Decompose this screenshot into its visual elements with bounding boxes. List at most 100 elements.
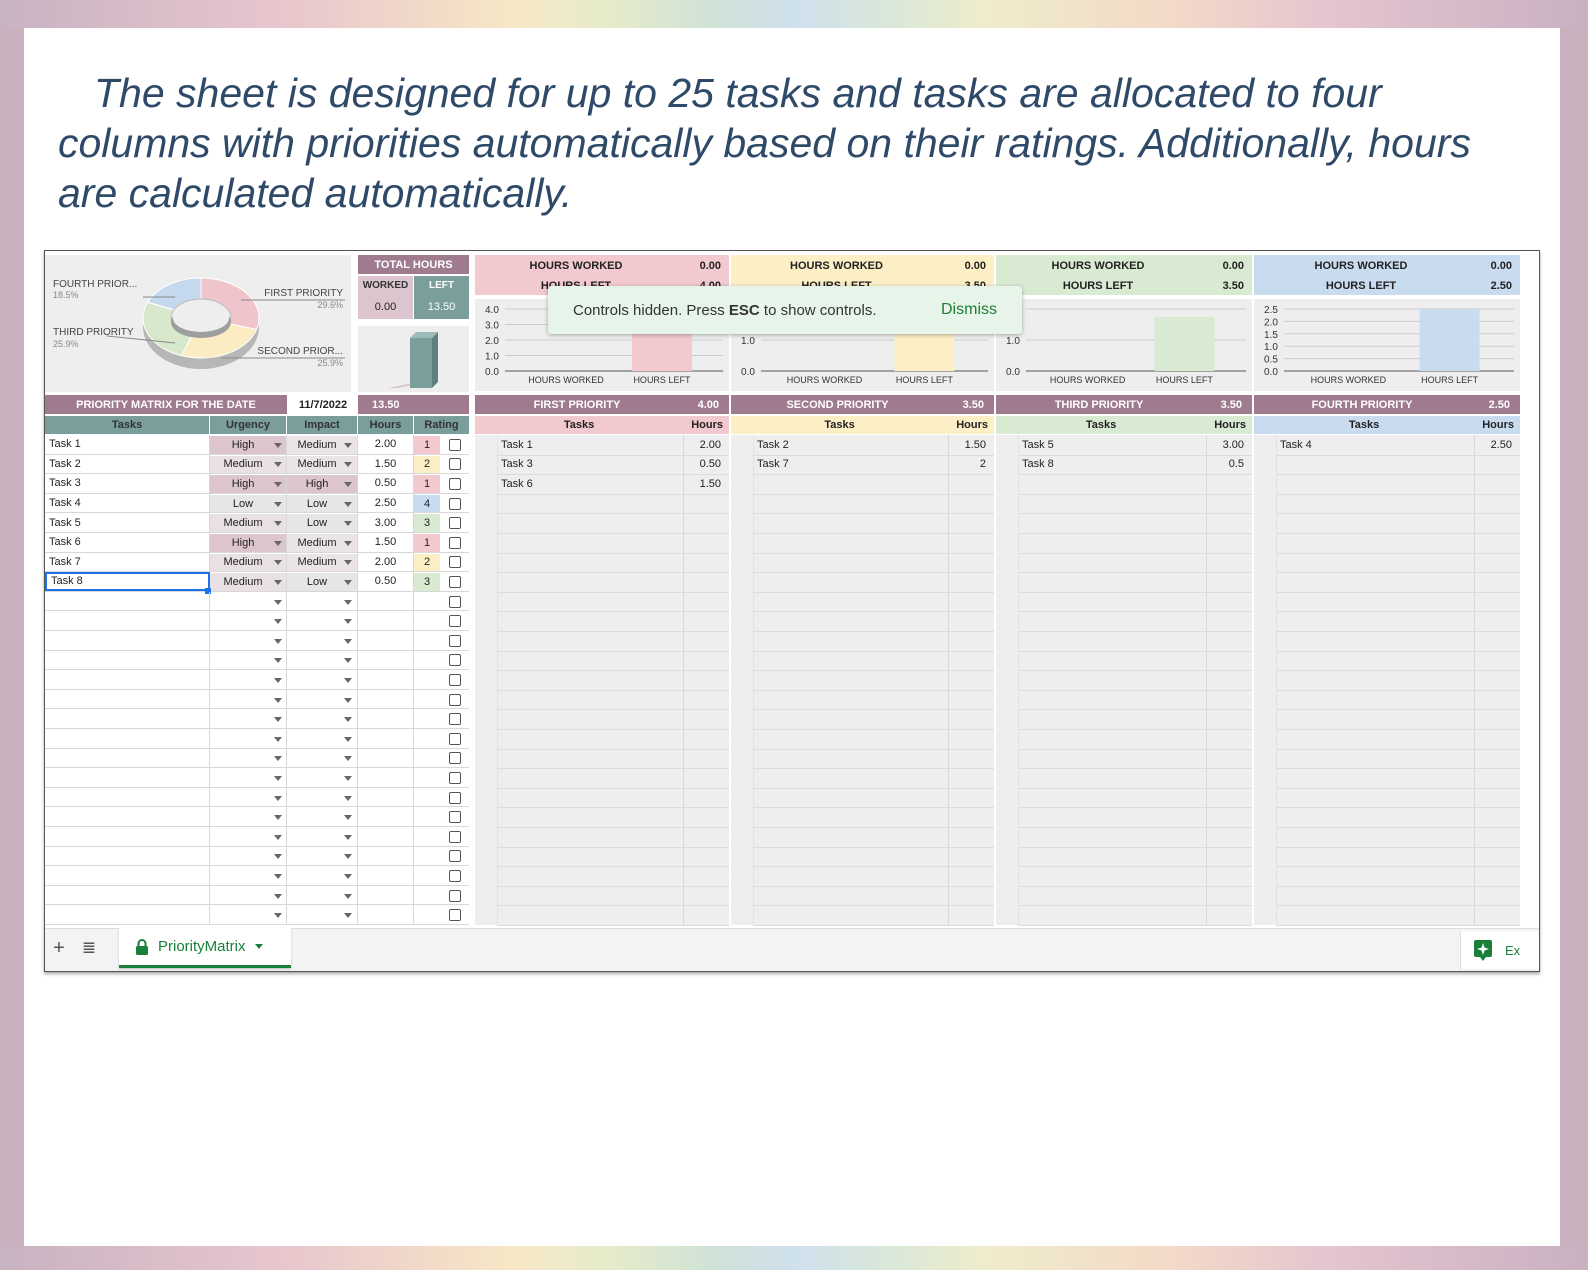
impact-dropdown-arrow-icon[interactable] <box>344 698 352 703</box>
impact-dropdown-arrow-icon[interactable] <box>344 658 352 663</box>
urgency-dropdown-arrow-icon[interactable] <box>274 698 282 703</box>
impact-dropdown-arrow-icon[interactable] <box>344 541 352 546</box>
urgency-dropdown-arrow-icon[interactable] <box>274 502 282 507</box>
sheet-tab-prioritymatrix[interactable]: PriorityMatrix <box>119 928 291 968</box>
done-checkbox[interactable] <box>449 596 461 608</box>
urgency-dropdown-arrow-icon[interactable] <box>274 776 282 781</box>
add-sheet-button[interactable]: + <box>49 937 69 959</box>
done-checkbox[interactable] <box>449 517 461 529</box>
done-checkbox[interactable] <box>449 458 461 470</box>
urgency-dropdown-arrow-icon[interactable] <box>274 854 282 859</box>
done-checkbox[interactable] <box>449 792 461 804</box>
task-name-cell[interactable]: Task 7 <box>45 553 210 572</box>
done-checkbox[interactable] <box>449 478 461 490</box>
urgency-dropdown-arrow-icon[interactable] <box>274 482 282 487</box>
done-checkbox[interactable] <box>449 831 461 843</box>
task-name-cell[interactable]: Task 8 <box>45 572 210 591</box>
done-checkbox[interactable] <box>449 870 461 882</box>
impact-dropdown-arrow-icon[interactable] <box>344 678 352 683</box>
task-name-cell[interactable]: Task 3 <box>45 474 210 493</box>
done-checkbox[interactable] <box>449 772 461 784</box>
urgency-dropdown-arrow-icon[interactable] <box>274 678 282 683</box>
hours-cell[interactable]: 0.50 <box>358 572 413 591</box>
done-checkbox[interactable] <box>449 694 461 706</box>
impact-dropdown-arrow-icon[interactable] <box>344 874 352 879</box>
task-name-cell[interactable]: Task 5 <box>45 513 210 532</box>
task-name-cell[interactable]: Task 4 <box>45 494 210 513</box>
impact-dropdown-arrow-icon[interactable] <box>344 717 352 722</box>
y-tick-label: 1.0 <box>1006 336 1020 347</box>
urgency-dropdown-arrow-icon[interactable] <box>274 619 282 624</box>
urgency-dropdown-arrow-icon[interactable] <box>274 560 282 565</box>
impact-dropdown-arrow-icon[interactable] <box>344 443 352 448</box>
urgency-dropdown-arrow-icon[interactable] <box>274 737 282 742</box>
task-name-cell[interactable]: Task 1 <box>45 435 210 454</box>
impact-dropdown-arrow-icon[interactable] <box>344 580 352 585</box>
urgency-dropdown-arrow-icon[interactable] <box>274 874 282 879</box>
impact-dropdown-arrow-icon[interactable] <box>344 913 352 918</box>
urgency-dropdown-arrow-icon[interactable] <box>274 580 282 585</box>
urgency-dropdown-arrow-icon[interactable] <box>274 835 282 840</box>
impact-dropdown-arrow-icon[interactable] <box>344 482 352 487</box>
task-name-cell[interactable]: Task 6 <box>45 533 210 552</box>
urgency-dropdown-arrow-icon[interactable] <box>274 639 282 644</box>
task-name-cell[interactable]: Task 2 <box>45 455 210 474</box>
done-checkbox[interactable] <box>449 439 461 451</box>
done-checkbox[interactable] <box>449 576 461 588</box>
impact-dropdown-arrow-icon[interactable] <box>344 835 352 840</box>
impact-dropdown-arrow-icon[interactable] <box>344 600 352 605</box>
done-checkbox[interactable] <box>449 909 461 921</box>
impact-dropdown-arrow-icon[interactable] <box>344 894 352 899</box>
done-checkbox[interactable] <box>449 811 461 823</box>
sheet-tab-menu-icon[interactable] <box>255 944 263 949</box>
impact-dropdown-arrow-icon[interactable] <box>344 756 352 761</box>
hours-cell[interactable]: 1.50 <box>358 455 413 474</box>
done-checkbox[interactable] <box>449 654 461 666</box>
urgency-dropdown-arrow-icon[interactable] <box>274 443 282 448</box>
dismiss-button[interactable]: Dismiss <box>941 301 997 319</box>
impact-dropdown-arrow-icon[interactable] <box>344 521 352 526</box>
urgency-dropdown-arrow-icon[interactable] <box>274 521 282 526</box>
done-checkbox[interactable] <box>449 674 461 686</box>
slide-caption: The sheet is designed for up to 25 tasks… <box>58 68 1528 218</box>
urgency-dropdown-arrow-icon[interactable] <box>274 462 282 467</box>
hours-cell[interactable]: 2.50 <box>358 494 413 513</box>
done-checkbox[interactable] <box>449 556 461 568</box>
matrix-date[interactable]: 11/7/2022 <box>288 395 358 414</box>
impact-dropdown-arrow-icon[interactable] <box>344 776 352 781</box>
urgency-dropdown-arrow-icon[interactable] <box>274 600 282 605</box>
impact-dropdown-arrow-icon[interactable] <box>344 619 352 624</box>
done-checkbox[interactable] <box>449 713 461 725</box>
impact-dropdown-arrow-icon[interactable] <box>344 560 352 565</box>
urgency-dropdown-arrow-icon[interactable] <box>274 756 282 761</box>
impact-dropdown-arrow-icon[interactable] <box>344 854 352 859</box>
done-checkbox[interactable] <box>449 850 461 862</box>
hours-cell[interactable]: 2.00 <box>358 553 413 572</box>
hours-cell[interactable]: 0.50 <box>358 474 413 493</box>
urgency-dropdown-arrow-icon[interactable] <box>274 894 282 899</box>
hours-cell[interactable]: 1.50 <box>358 533 413 552</box>
done-checkbox[interactable] <box>449 733 461 745</box>
impact-dropdown-arrow-icon[interactable] <box>344 737 352 742</box>
urgency-dropdown-arrow-icon[interactable] <box>274 796 282 801</box>
done-checkbox[interactable] <box>449 537 461 549</box>
impact-dropdown-arrow-icon[interactable] <box>344 815 352 820</box>
all-sheets-menu-icon[interactable]: ≣ <box>79 937 99 959</box>
urgency-dropdown-arrow-icon[interactable] <box>274 913 282 918</box>
urgency-dropdown-arrow-icon[interactable] <box>274 815 282 820</box>
impact-dropdown-arrow-icon[interactable] <box>344 502 352 507</box>
done-checkbox[interactable] <box>449 752 461 764</box>
impact-dropdown-arrow-icon[interactable] <box>344 796 352 801</box>
done-checkbox[interactable] <box>449 615 461 627</box>
urgency-dropdown-arrow-icon[interactable] <box>274 717 282 722</box>
urgency-dropdown-arrow-icon[interactable] <box>274 658 282 663</box>
done-checkbox[interactable] <box>449 635 461 647</box>
hours-cell[interactable]: 3.00 <box>358 513 413 532</box>
hours-cell[interactable]: 2.00 <box>358 435 413 454</box>
impact-dropdown-arrow-icon[interactable] <box>344 462 352 467</box>
urgency-dropdown-arrow-icon[interactable] <box>274 541 282 546</box>
impact-dropdown-arrow-icon[interactable] <box>344 639 352 644</box>
explore-button[interactable]: Ex <box>1460 931 1539 969</box>
done-checkbox[interactable] <box>449 498 461 510</box>
done-checkbox[interactable] <box>449 890 461 902</box>
